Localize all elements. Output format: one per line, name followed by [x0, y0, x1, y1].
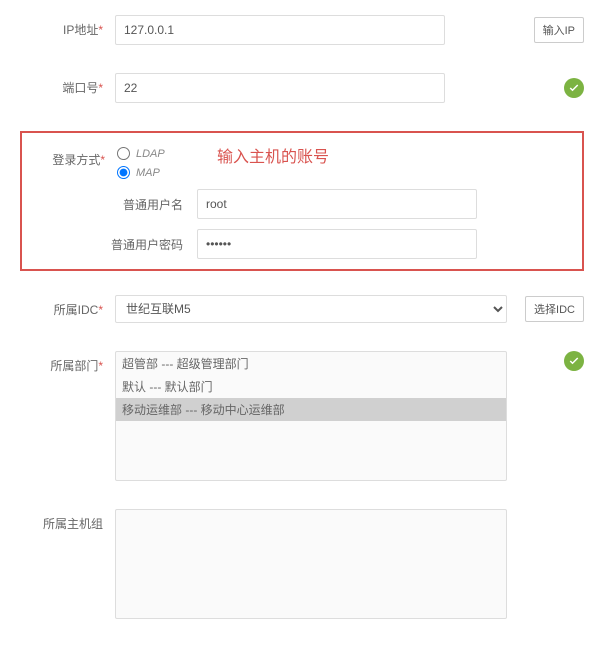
list-item[interactable]: 默认 --- 默认部门: [116, 375, 506, 398]
radio-ldap-input[interactable]: [117, 147, 130, 160]
label-idc: 所属IDC*: [20, 295, 115, 318]
button-input-ip[interactable]: 输入IP: [534, 17, 584, 43]
radio-map[interactable]: MAP: [117, 166, 165, 179]
login-method-highlight: 输入主机的账号 登录方式* LDAP MAP 普通用户名 普通用户密码: [20, 131, 584, 271]
row-ip: IP地址* 输入IP: [20, 15, 584, 45]
input-ip[interactable]: [115, 15, 445, 45]
check-icon: [564, 78, 584, 98]
label-ip: IP地址*: [20, 15, 115, 38]
radio-ldap[interactable]: LDAP: [117, 147, 165, 160]
annotation-text: 输入主机的账号: [217, 143, 329, 167]
label-hostgroup: 所属主机组: [20, 509, 115, 532]
radio-map-input[interactable]: [117, 166, 130, 179]
list-item[interactable]: 超管部 --- 超级管理部门: [116, 352, 506, 375]
label-username: 普通用户名: [22, 196, 197, 213]
label-login-method: 登录方式*: [22, 145, 117, 179]
check-icon: [564, 351, 584, 371]
listbox-hostgroup[interactable]: [115, 509, 507, 619]
select-idc[interactable]: 世纪互联M5: [115, 295, 507, 323]
listbox-dept[interactable]: 超管部 --- 超级管理部门默认 --- 默认部门移动运维部 --- 移动中心运…: [115, 351, 507, 481]
row-port: 端口号*: [20, 73, 584, 103]
row-hostgroup: 所属主机组: [20, 509, 584, 619]
row-idc: 所属IDC* 世纪互联M5 选择IDC: [20, 295, 584, 323]
label-dept: 所属部门*: [20, 351, 115, 374]
input-port[interactable]: [115, 73, 445, 103]
list-item[interactable]: 移动运维部 --- 移动中心运维部: [116, 398, 506, 421]
input-password[interactable]: [197, 229, 477, 259]
label-port: 端口号*: [20, 73, 115, 96]
button-select-idc[interactable]: 选择IDC: [525, 296, 584, 322]
row-dept: 所属部门* 超管部 --- 超级管理部门默认 --- 默认部门移动运维部 ---…: [20, 351, 584, 481]
label-password: 普通用户密码: [22, 236, 197, 253]
input-username[interactable]: [197, 189, 477, 219]
